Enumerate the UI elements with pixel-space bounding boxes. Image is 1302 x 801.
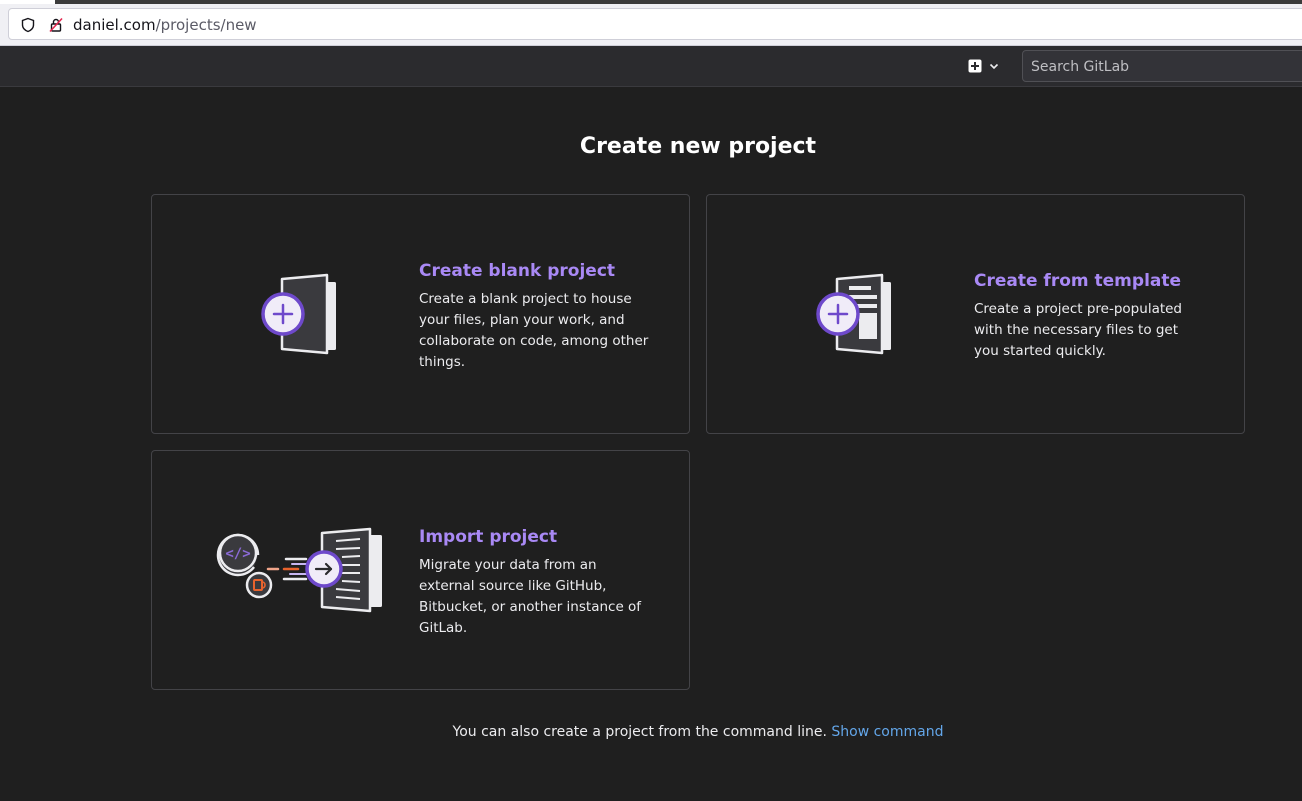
page-title: Create new project: [579, 134, 817, 159]
svg-text:</>: </>: [225, 546, 250, 562]
create-blank-project-card[interactable]: Create blank project Create a blank proj…: [151, 194, 690, 434]
import-project-text: Import project Migrate your data from an…: [419, 525, 651, 639]
plus-square-icon: [968, 59, 982, 73]
card-title: Create blank project: [419, 261, 616, 281]
import-project-illustration: </>: [216, 527, 382, 613]
template-illustration: [816, 273, 891, 355]
command-line-text: You can also create a project from the c…: [452, 724, 827, 740]
url-host: daniel.com: [73, 16, 156, 34]
gitlab-header: Search GitLab: [0, 46, 1302, 87]
search-input[interactable]: Search GitLab: [1022, 50, 1302, 82]
shield-icon[interactable]: [20, 17, 36, 33]
card-description: Create a project pre-populated with the …: [974, 301, 1183, 359]
blank-project-text: Create blank project Create a blank proj…: [419, 259, 651, 373]
url-bar[interactable]: daniel.com/projects/new: [8, 8, 1302, 40]
browser-toolbar: daniel.com/projects/new: [0, 4, 1302, 46]
blank-project-illustration: [261, 273, 336, 355]
template-text: Create from template Create a project pr…: [974, 269, 1206, 362]
new-menu-button[interactable]: [962, 55, 1006, 77]
chevron-down-icon: [989, 63, 999, 70]
insecure-lock-icon[interactable]: [48, 17, 64, 33]
card-description: Migrate your data from an external sourc…: [419, 557, 642, 636]
create-from-template-card[interactable]: Create from template Create a project pr…: [706, 194, 1245, 434]
card-title: Create from template: [974, 271, 1182, 291]
url-path: /projects/new: [155, 16, 257, 34]
command-line-hint: You can also create a project from the c…: [0, 722, 1302, 742]
import-project-card[interactable]: </> Import project Migrate your data fro…: [151, 450, 690, 690]
url-text[interactable]: daniel.com/projects/new: [73, 15, 257, 35]
card-description: Create a blank project to house your fil…: [419, 291, 649, 370]
show-command-link[interactable]: Show command: [831, 724, 943, 740]
card-title: Import project: [419, 527, 558, 547]
